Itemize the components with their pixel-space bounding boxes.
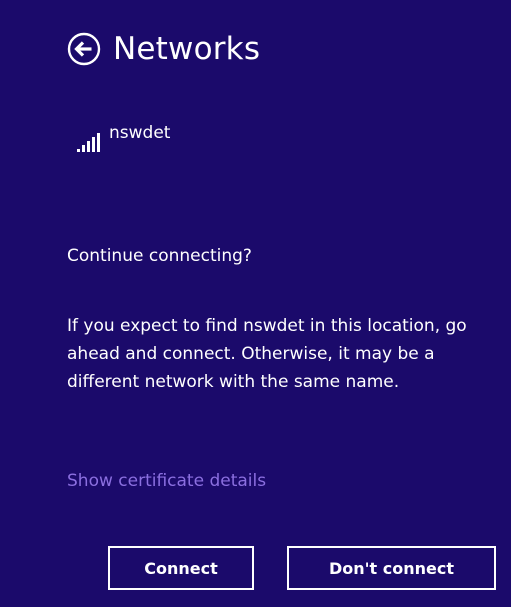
- header: Networks: [67, 26, 260, 72]
- connect-message: If you expect to find nswdet in this loc…: [67, 316, 467, 392]
- connect-prompt: Continue connecting?: [67, 246, 252, 266]
- show-certificate-link[interactable]: Show certificate details: [67, 471, 266, 491]
- network-item: nswdet: [73, 118, 170, 156]
- connect-button[interactable]: Connect: [108, 546, 254, 590]
- network-flyout-panel: Networks nswdet Continue connecting? If …: [0, 0, 513, 607]
- page-title: Networks: [113, 31, 261, 67]
- back-button[interactable]: [67, 32, 101, 66]
- back-arrow-circle-icon: [67, 32, 101, 66]
- dont-connect-button[interactable]: Don't connect: [287, 546, 496, 590]
- network-name: nswdet: [109, 123, 171, 143]
- wifi-signal-icon: [73, 118, 105, 156]
